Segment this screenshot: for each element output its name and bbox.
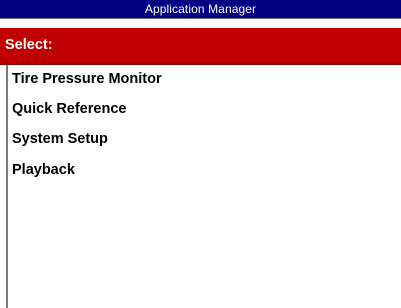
menu-item-quick-reference[interactable]: Quick Reference bbox=[12, 97, 126, 121]
select-header: Select: bbox=[0, 28, 401, 65]
application-list: Tire Pressure Monitor Quick Reference Sy… bbox=[6, 65, 401, 308]
menu-item-system-setup[interactable]: System Setup bbox=[12, 127, 108, 151]
menu-item-tire-pressure-monitor[interactable]: Tire Pressure Monitor bbox=[12, 67, 162, 91]
menu-item-playback[interactable]: Playback bbox=[12, 158, 75, 182]
application-manager-screen: Application Manager Select: Tire Pressur… bbox=[0, 0, 401, 308]
window-title-bar: Application Manager bbox=[0, 0, 401, 19]
window-title: Application Manager bbox=[144, 2, 257, 16]
select-label: Select: bbox=[5, 37, 53, 53]
